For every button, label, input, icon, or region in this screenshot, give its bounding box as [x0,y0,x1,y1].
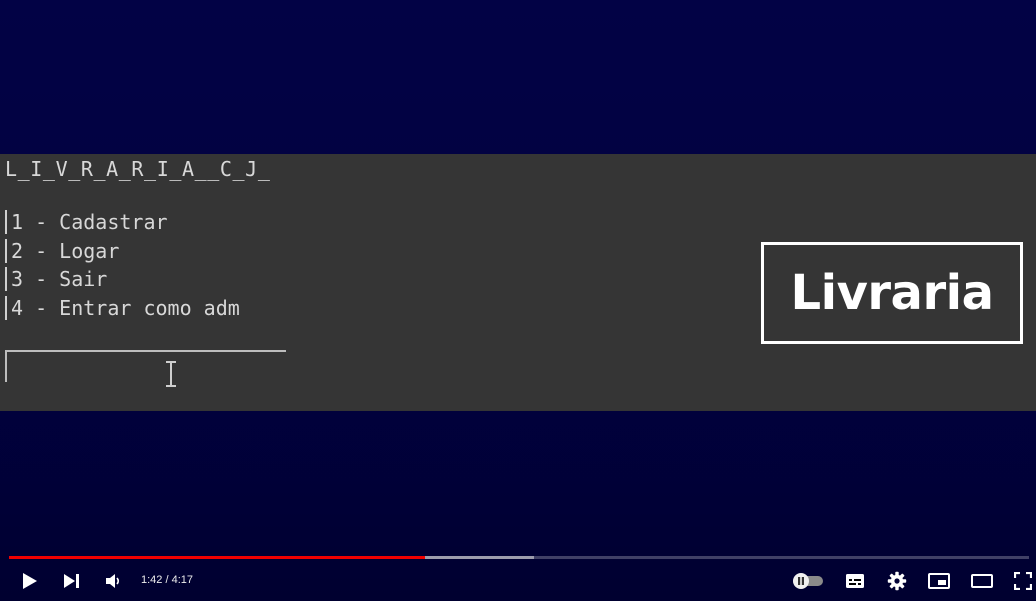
time-display: 1:42 / 4:17 [141,574,193,586]
progress-played [9,556,426,559]
subtitles-button[interactable] [842,569,868,593]
volume-icon [106,574,120,588]
next-icon [64,574,79,588]
autoplay-toggle[interactable] [791,571,825,591]
menu-item-label: 1 - Cadastrar [11,210,168,234]
menu-bar-icon [5,267,7,291]
text-cursor-icon [166,361,176,387]
logo: Livraria [761,242,1023,344]
miniplayer-button[interactable] [926,569,952,593]
next-button[interactable] [58,569,86,593]
logo-text: Livraria [790,265,994,321]
play-button[interactable] [16,569,44,593]
video-frame[interactable]: L_I_V_R_A_R_I_A__C_J_ 1 - Cadastrar 2 - … [0,0,1036,601]
menu-item-sair: 3 - Sair [5,267,107,291]
menu-item-label: 4 - Entrar como adm [11,296,240,320]
menu-item-cadastrar: 1 - Cadastrar [5,210,168,234]
menu-bar-icon [5,296,7,320]
menu-item-logar: 2 - Logar [5,239,119,263]
console-input-field[interactable] [5,350,286,382]
volume-button[interactable] [100,569,126,593]
fullscreen-button[interactable] [1010,569,1036,593]
menu-item-label: 2 - Logar [11,239,120,263]
play-icon [23,573,37,589]
autoplay-toggle-icon [793,573,823,589]
progress-bar[interactable] [9,556,1029,559]
menu-item-entrar-adm: 4 - Entrar como adm [5,296,240,320]
console-title: L_I_V_R_A_R_I_A__C_J_ [5,157,271,181]
miniplayer-icon [928,573,950,589]
subtitles-icon [846,574,864,588]
menu-bar-icon [5,210,7,234]
fullscreen-icon [1014,572,1032,590]
theater-mode-button[interactable] [968,569,996,593]
settings-button[interactable] [884,569,910,593]
menu-bar-icon [5,239,7,263]
menu-item-label: 3 - Sair [11,267,108,291]
gear-icon [887,571,907,591]
theater-mode-icon [971,574,993,588]
